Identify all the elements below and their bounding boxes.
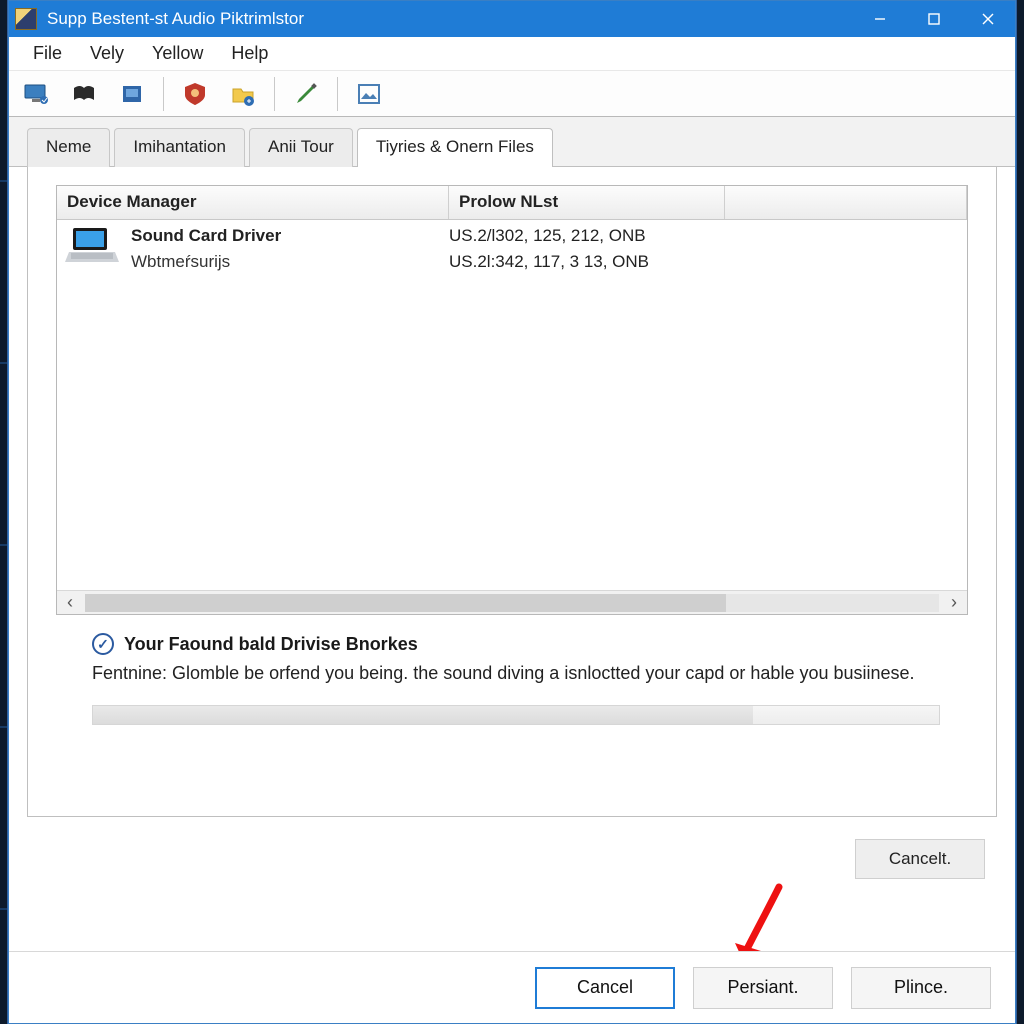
cell-value-b: US.2l:342, 117, 3 13, ONB bbox=[449, 252, 725, 272]
check-circle-icon: ✓ bbox=[92, 633, 114, 655]
close-button[interactable] bbox=[961, 1, 1015, 37]
cancelt-button[interactable]: Cancelt. bbox=[855, 839, 985, 879]
toolbar-separator bbox=[337, 77, 338, 111]
picture-icon bbox=[355, 80, 383, 108]
table-header-row: Device Manager Prolow NLst bbox=[57, 186, 967, 220]
maximize-button[interactable] bbox=[907, 1, 961, 37]
titlebar: Supp Bestent-st Audio Piktrimlstor bbox=[9, 1, 1015, 37]
scroll-left-arrow[interactable]: ‹ bbox=[57, 591, 83, 615]
device-subname: Wbtmeŕsurijs bbox=[131, 252, 281, 272]
window-title: Supp Bestent-st Audio Piktrimlstor bbox=[47, 9, 304, 29]
minimize-button[interactable] bbox=[853, 1, 907, 37]
toolbar-picture-button[interactable] bbox=[352, 77, 386, 111]
status-title: Your Faound bald Drivise Bnorkes bbox=[124, 634, 418, 655]
button-row: Cancel Persiant. Plince. bbox=[9, 951, 1015, 1023]
maximize-icon bbox=[927, 12, 941, 26]
table-body: Sound Card Driver Wbtmeŕsurijs US.2/l30… bbox=[57, 220, 967, 590]
tab-neme[interactable]: Neme bbox=[27, 128, 110, 167]
menu-file[interactable]: File bbox=[21, 39, 74, 68]
menu-vely[interactable]: Vely bbox=[78, 39, 136, 68]
menu-yellow[interactable]: Yellow bbox=[140, 39, 215, 68]
status-block: ✓ Your Faound bald Drivise Bnorkes Fentn… bbox=[92, 633, 940, 685]
table-row[interactable]: Sound Card Driver Wbtmeŕsurijs US.2/l30… bbox=[57, 220, 967, 272]
horizontal-scrollbar[interactable]: ‹ › bbox=[57, 590, 967, 614]
cancel-button[interactable]: Cancel bbox=[535, 967, 675, 1009]
status-body: Fentnine: Glomble be orfend you being. t… bbox=[92, 661, 940, 685]
menu-help[interactable]: Help bbox=[219, 39, 280, 68]
app-icon bbox=[15, 8, 37, 30]
folder-icon bbox=[229, 80, 257, 108]
toolbar-book-button[interactable] bbox=[67, 77, 101, 111]
col-blank[interactable] bbox=[725, 186, 967, 219]
toolbar-pen-button[interactable] bbox=[289, 77, 323, 111]
menubar: File Vely Yellow Help bbox=[9, 37, 1015, 71]
minimize-icon bbox=[873, 12, 887, 26]
box-icon bbox=[118, 80, 146, 108]
device-name: Sound Card Driver bbox=[131, 226, 281, 246]
laptop-icon bbox=[65, 226, 119, 268]
persiant-button[interactable]: Persiant. bbox=[693, 967, 833, 1009]
toolbar-separator bbox=[163, 77, 164, 111]
desktop-left-stripe bbox=[0, 0, 8, 1024]
tab-anii-tour[interactable]: Anii Tour bbox=[249, 128, 353, 167]
scroll-thumb[interactable] bbox=[85, 594, 726, 612]
toolbar-shield-button[interactable] bbox=[178, 77, 212, 111]
tab-imihantation[interactable]: Imihantation bbox=[114, 128, 245, 167]
progress-fill bbox=[93, 706, 753, 724]
scroll-track[interactable] bbox=[85, 594, 939, 612]
book-icon bbox=[70, 80, 98, 108]
toolbar-monitor-button[interactable] bbox=[19, 77, 53, 111]
cell-value-a: US.2/l302, 125, 212, ONB bbox=[449, 226, 725, 246]
toolbar-folder-button[interactable] bbox=[226, 77, 260, 111]
scroll-right-arrow[interactable]: › bbox=[941, 591, 967, 615]
col-device-manager[interactable]: Device Manager bbox=[57, 186, 449, 219]
device-table: Device Manager Prolow NLst Sound Car bbox=[56, 185, 968, 615]
app-window: Supp Bestent-st Audio Piktrimlstor File … bbox=[8, 0, 1016, 1024]
shield-icon bbox=[181, 80, 209, 108]
close-icon bbox=[981, 12, 995, 26]
toolbar-box-button[interactable] bbox=[115, 77, 149, 111]
plince-button[interactable]: Plince. bbox=[851, 967, 991, 1009]
tabstrip: Neme Imihantation Anii Tour Tiyries & On… bbox=[9, 117, 1015, 167]
tab-tiyries-onern-files[interactable]: Tiyries & Onern Files bbox=[357, 128, 553, 167]
col-prolow-nlst[interactable]: Prolow NLst bbox=[449, 186, 725, 219]
pen-icon bbox=[292, 80, 320, 108]
monitor-icon bbox=[22, 80, 50, 108]
main-panel: Device Manager Prolow NLst Sound Car bbox=[27, 167, 997, 817]
progress-bar bbox=[92, 705, 940, 725]
toolbar-separator bbox=[274, 77, 275, 111]
toolbar bbox=[9, 71, 1015, 117]
